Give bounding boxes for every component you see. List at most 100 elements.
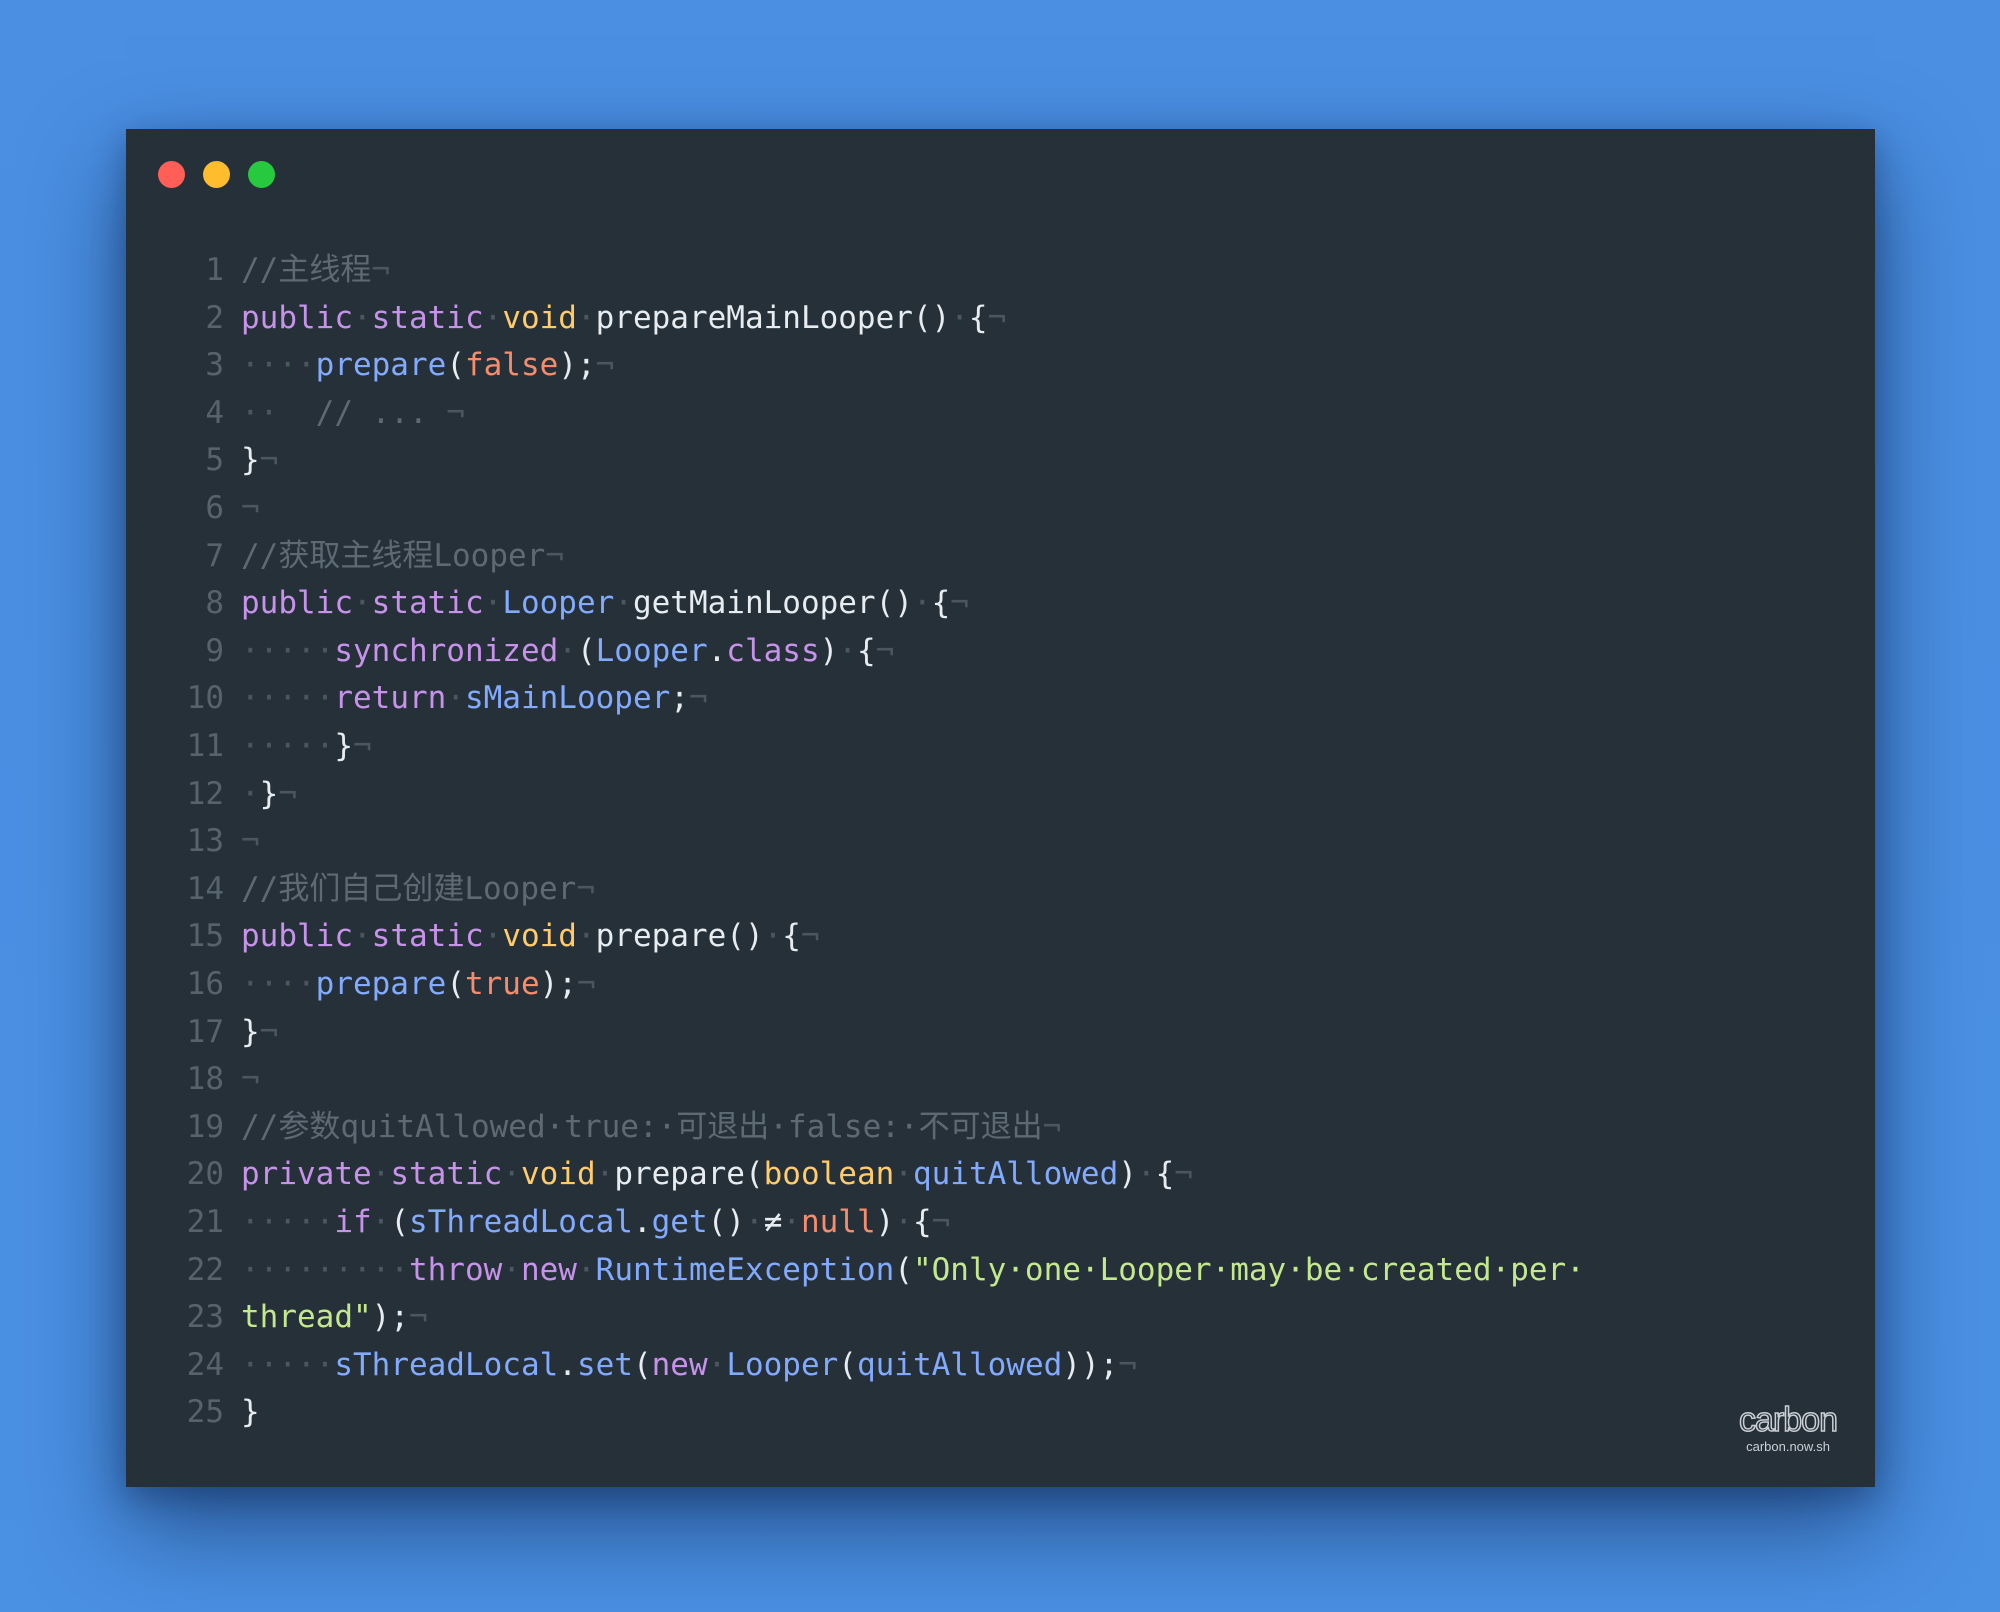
code-token: } [241, 442, 260, 479]
code-token: ····· [241, 632, 335, 669]
code-token: . [707, 632, 727, 669]
code-token: · [894, 1204, 913, 1240]
line-code: ¬ [241, 818, 260, 865]
code-token: ¬ [259, 442, 279, 479]
code-token: ¬ [241, 823, 260, 860]
code-token: } [334, 728, 353, 764]
code-token: ( [894, 1251, 913, 1288]
line-number: 17 [186, 1013, 224, 1050]
line-code: ·····return·sMainLooper;¬ [241, 675, 708, 722]
code-token: · [912, 585, 932, 622]
code-token: static [371, 299, 484, 336]
line-number: 21 [186, 1204, 224, 1240]
code-token: ¬ [241, 490, 260, 526]
code-token: //参数quitAllowed·true:·可退出·false:·不可退出 [241, 1108, 1043, 1145]
code-token: ¬ [353, 728, 372, 764]
code-token: · [576, 299, 596, 336]
code-token: ) [875, 1204, 895, 1240]
code-token: ¬ [427, 394, 465, 431]
code-token: ¬ [1118, 1346, 1137, 1383]
code-token: thread" [241, 1299, 372, 1336]
code-token: } [259, 775, 279, 812]
line-code: public·static·void·prepareMainLooper()·{… [241, 295, 1006, 342]
line-code: ·}¬ [241, 771, 297, 818]
code-token: ¬ [371, 252, 390, 288]
code-token: sThreadLocal [409, 1204, 633, 1240]
line-number: 19 [186, 1108, 224, 1145]
code-token: ···· [241, 966, 316, 1002]
line-code: ·· // ... ¬ [241, 390, 465, 437]
line-number: 7 [205, 537, 224, 574]
line-code: ·····}¬ [241, 723, 372, 770]
code-token: new [520, 1251, 577, 1288]
code-token: ( [446, 966, 465, 1002]
code-token: sMainLooper [464, 680, 671, 717]
maximize-button[interactable] [248, 161, 275, 188]
code-token: void [502, 918, 577, 955]
code-token: · [483, 299, 503, 336]
code-token: ····· [241, 680, 335, 717]
line-number: 22 [186, 1251, 224, 1288]
code-token: // ... [315, 394, 428, 431]
code-token: RuntimeException [595, 1251, 895, 1288]
line-code: ·····synchronized·(Looper.class)·{¬ [241, 628, 894, 675]
code-token: synchronized [334, 632, 559, 669]
code-token: if [334, 1204, 372, 1240]
code-token: quitAllowed [912, 1156, 1119, 1193]
code-token: { [856, 632, 876, 669]
code-token: ); [371, 1299, 409, 1336]
line-code: } [241, 1389, 260, 1436]
code-token: ) [1118, 1156, 1137, 1193]
line-code: ····prepare(false);¬ [241, 342, 614, 389]
code-token: ); [539, 966, 577, 1002]
code-token: · [576, 1251, 596, 1288]
code-token: · [446, 680, 465, 717]
code-token: ¬ [408, 1299, 428, 1336]
line-code: ¬ [241, 1056, 260, 1103]
code-token: getMainLooper() [632, 585, 913, 622]
line-code: public·static·void·prepare()·{¬ [241, 913, 820, 960]
line-number: 2 [205, 299, 224, 336]
code-token: } [241, 1394, 260, 1431]
code-token: public [241, 585, 353, 622]
line-number: 3 [205, 347, 224, 384]
code-token: ( [838, 1346, 857, 1383]
line-number: 18 [186, 1061, 224, 1098]
code-token: { [912, 1204, 932, 1240]
code-token: ¬ [545, 537, 564, 574]
line-number: 11 [186, 728, 224, 764]
code-token: · [241, 775, 260, 812]
code-token: ¬ [931, 1204, 951, 1240]
code-token: public [241, 918, 353, 955]
code-token: static [371, 585, 484, 622]
code-token: ; [670, 680, 689, 717]
code-token: ·· [241, 394, 316, 431]
code-token: ≠ [763, 1204, 783, 1240]
line-number: 10 [186, 680, 224, 717]
code-token: · [614, 585, 633, 622]
code-token: ( [390, 1204, 409, 1240]
code-token: ¬ [875, 632, 895, 669]
code-token: ¬ [259, 1013, 279, 1050]
line-code: ·····sThreadLocal.set(new·Looper(quitAll… [241, 1342, 1137, 1389]
code-token: · [576, 918, 596, 955]
code-token: //我们自己创建Looper [241, 870, 577, 907]
code-token: throw [408, 1251, 503, 1288]
code-token: · [352, 585, 372, 622]
code-token: · [371, 1204, 391, 1240]
code-token: · [483, 918, 503, 955]
line-number: 8 [205, 585, 224, 622]
line-code: //主线程¬ [241, 247, 390, 294]
minimize-button[interactable] [203, 161, 230, 188]
code-token: Looper [502, 585, 615, 622]
line-number: 13 [186, 823, 224, 860]
code-token: { [1155, 1156, 1175, 1193]
code-token: · [595, 1156, 615, 1193]
code-token: · [1136, 1156, 1156, 1193]
line-number: 6 [205, 490, 224, 526]
line-code: //参数quitAllowed·true:·可退出·false:·不可退出¬ [241, 1104, 1061, 1151]
close-button[interactable] [158, 161, 185, 188]
code-token: ¬ [576, 966, 596, 1002]
line-code: public·static·Looper·getMainLooper()·{¬ [241, 580, 969, 627]
code-token: { [782, 918, 801, 955]
